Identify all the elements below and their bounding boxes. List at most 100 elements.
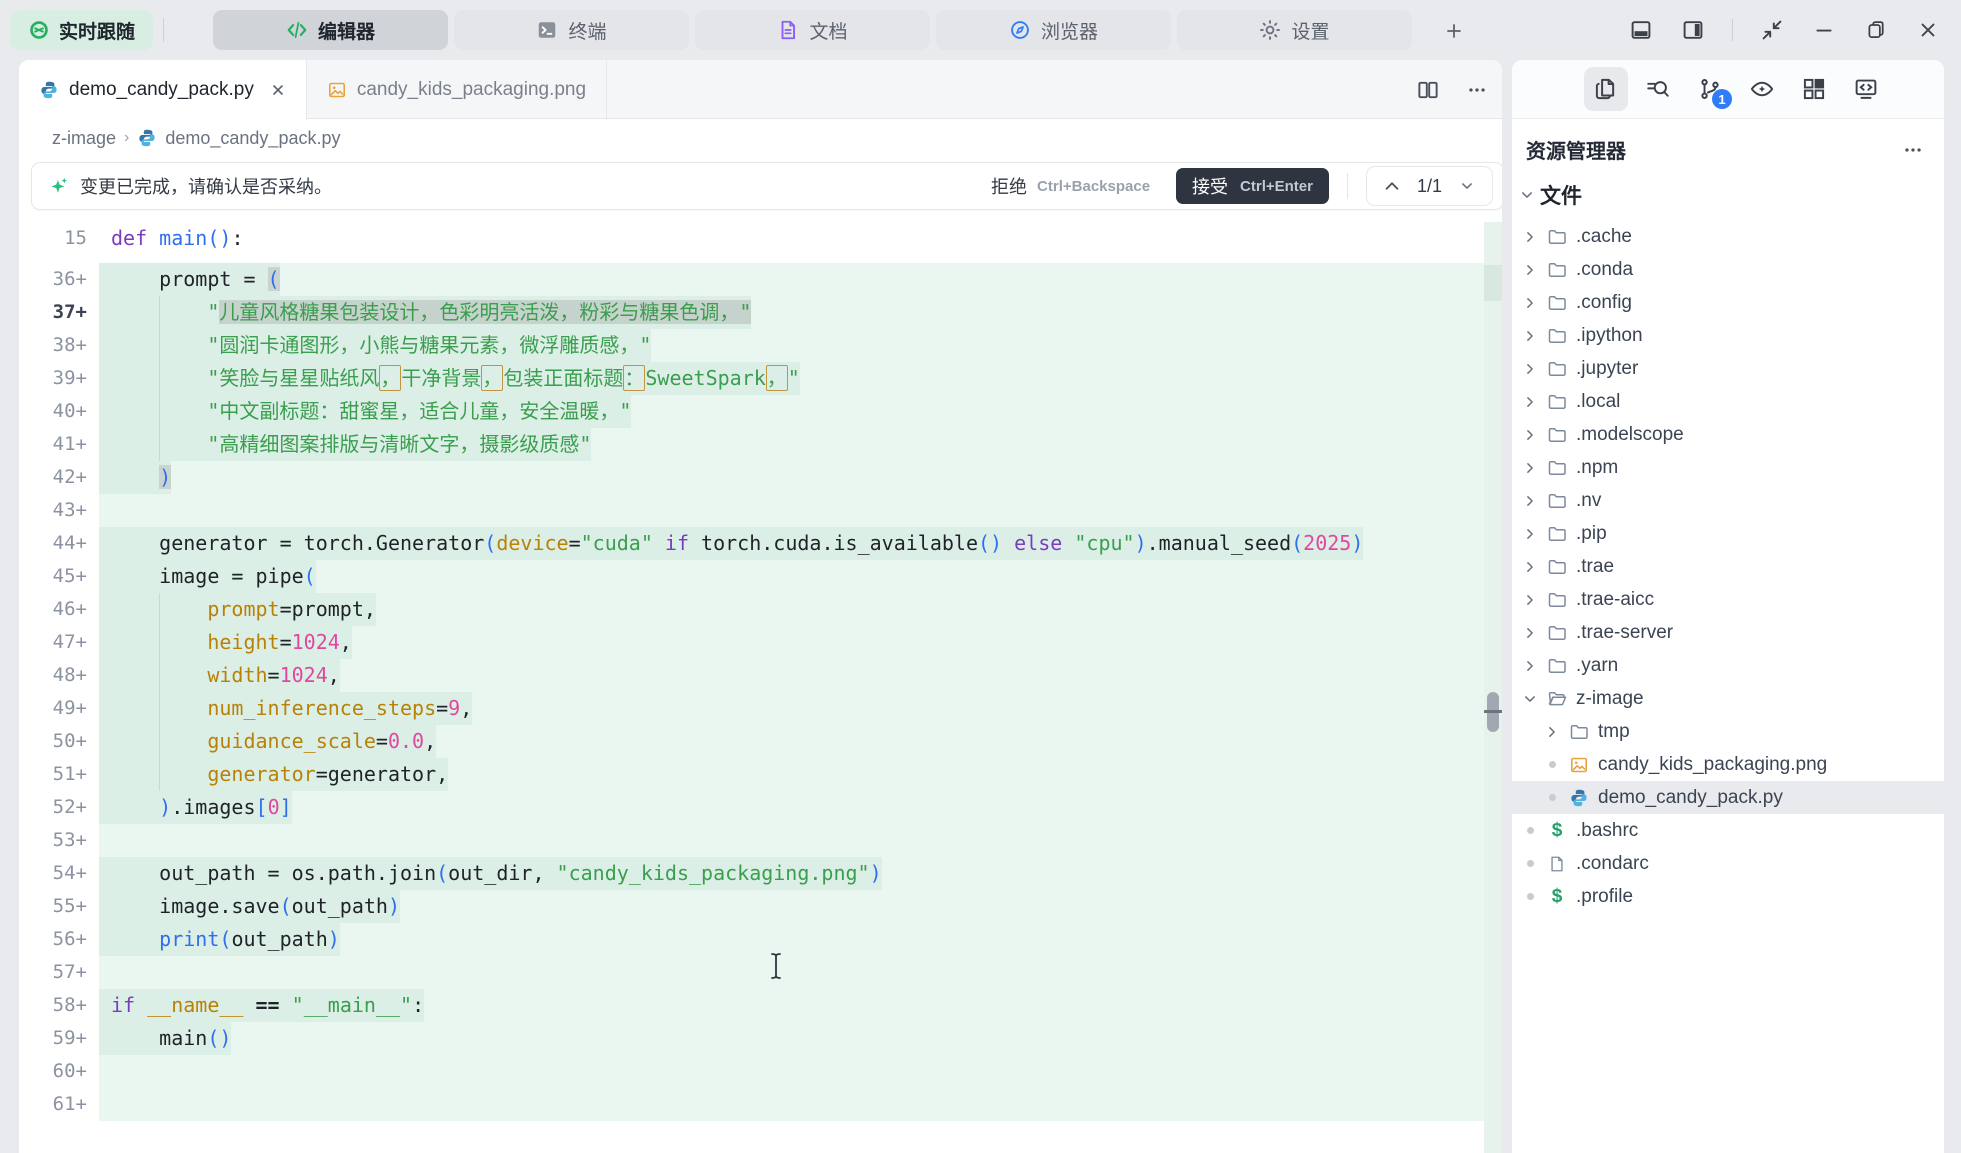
code-line: 39+ "笑脸与星星贴纸风，干净背景，包装正面标题：SweetSpark，" xyxy=(19,362,1484,395)
accept-button[interactable]: 接受 Ctrl+Enter xyxy=(1176,168,1329,204)
code-line-text[interactable]: num_inference_steps=9, xyxy=(99,692,1484,725)
files-view-button[interactable] xyxy=(1584,67,1628,111)
files-section-header[interactable]: 文件 xyxy=(1512,170,1944,218)
code-line-text[interactable] xyxy=(99,824,1484,857)
chevron-right-icon xyxy=(1522,626,1538,640)
tree-item-candy-kids-packaging-png[interactable]: candy_kids_packaging.png xyxy=(1512,748,1944,781)
diff-overview-ruler xyxy=(1484,222,1502,1153)
tree-item-z-image[interactable]: z-image xyxy=(1512,682,1944,715)
code-line-text[interactable]: main() xyxy=(99,1022,1484,1055)
tree-item-conda[interactable]: .conda xyxy=(1512,253,1944,286)
tree-item-label: .cache xyxy=(1576,226,1632,248)
close-button[interactable] xyxy=(1915,17,1941,43)
tree-item-pip[interactable]: .pip xyxy=(1512,517,1944,550)
code-line-text[interactable]: image = pipe( xyxy=(99,560,1484,593)
code-line-text[interactable]: generator = torch.Generator(device="cuda… xyxy=(99,527,1484,560)
tree-item-bashrc[interactable]: $.bashrc xyxy=(1512,814,1944,847)
line-number: 61+ xyxy=(19,1088,99,1121)
code-editor[interactable]: 15def main():36+ prompt = (37+ "儿童风格糖果包装… xyxy=(19,222,1484,1153)
breadcrumb-folder[interactable]: z-image xyxy=(52,128,116,149)
tree-item-local[interactable]: .local xyxy=(1512,385,1944,418)
code-line-text[interactable]: guidance_scale=0.0, xyxy=(99,725,1484,758)
minimize-icon xyxy=(1813,19,1835,41)
toggle-panel-button[interactable] xyxy=(1628,17,1654,43)
scrollbar-thumb[interactable] xyxy=(1487,692,1499,732)
tree-item-modelscope[interactable]: .modelscope xyxy=(1512,418,1944,451)
code-line: 42+ ) xyxy=(19,461,1484,494)
code-line-text[interactable]: "高精细图案排版与清晰文字，摄影级质感" xyxy=(99,428,1484,461)
top-tab-browser[interactable]: 浏览器 xyxy=(936,10,1171,50)
editor-tab-candy-kids-packaging-png[interactable]: candy_kids_packaging.png xyxy=(307,60,607,120)
code-line-text[interactable]: height=1024, xyxy=(99,626,1484,659)
files-icon xyxy=(1593,76,1619,102)
code-line-text[interactable] xyxy=(99,494,1484,527)
breadcrumb-file[interactable]: demo_candy_pack.py xyxy=(165,128,340,149)
search-icon xyxy=(1645,76,1671,102)
line-number: 40+ xyxy=(19,395,99,428)
more-actions-icon[interactable] xyxy=(1466,79,1488,101)
tree-item-label: demo_candy_pack.py xyxy=(1598,787,1783,809)
code-line-text[interactable]: "笑脸与星星贴纸风，干净背景，包装正面标题：SweetSpark，" xyxy=(99,362,1484,395)
tree-item-trae-aicc[interactable]: .trae-aicc xyxy=(1512,583,1944,616)
top-tab-code[interactable]: 编辑器 xyxy=(213,10,448,50)
code-line-text[interactable] xyxy=(99,1055,1484,1088)
new-tab-button[interactable] xyxy=(1432,14,1476,47)
tree-item-ipython[interactable]: .ipython xyxy=(1512,319,1944,352)
restore-button[interactable] xyxy=(1863,17,1889,43)
code-line-text[interactable]: width=1024, xyxy=(99,659,1484,692)
code-line-text[interactable]: "儿童风格糖果包装设计，色彩明亮活泼，粉彩与糖果色调，" xyxy=(99,296,1484,329)
tree-item-trae[interactable]: .trae xyxy=(1512,550,1944,583)
tree-item-condarc[interactable]: .condarc xyxy=(1512,847,1944,880)
remote-view-button[interactable] xyxy=(1844,67,1888,111)
git-view-button[interactable]: 1 xyxy=(1688,67,1732,111)
toggle-sidebar-button[interactable] xyxy=(1680,17,1706,43)
search-view-button[interactable] xyxy=(1636,67,1680,111)
minimize-button[interactable] xyxy=(1811,17,1837,43)
code-line-text[interactable]: prompt=prompt, xyxy=(99,593,1484,626)
code-line-text[interactable]: "中文副标题：甜蜜星，适合儿童，安全温暖，" xyxy=(99,395,1484,428)
code-line-text[interactable]: image.save(out_path) xyxy=(99,890,1484,923)
close-tab-icon[interactable] xyxy=(270,82,286,98)
eye-view-button[interactable] xyxy=(1740,67,1784,111)
remote-icon xyxy=(1853,76,1879,102)
sidebar-more-icon[interactable] xyxy=(1902,139,1924,161)
code-line-text[interactable]: out_path = os.path.join(out_dir, "candy_… xyxy=(99,857,1484,890)
reject-button[interactable]: 拒绝 Ctrl+Backspace xyxy=(983,167,1158,205)
code-line-text[interactable]: print(out_path) xyxy=(99,923,1484,956)
tree-item-trae-server[interactable]: .trae-server xyxy=(1512,616,1944,649)
tree-item-config[interactable]: .config xyxy=(1512,286,1944,319)
chevron-right-icon xyxy=(1522,296,1538,310)
tree-item-nv[interactable]: .nv xyxy=(1512,484,1944,517)
code-line-text[interactable] xyxy=(99,1088,1484,1121)
top-tab-document[interactable]: 文档 xyxy=(695,10,930,50)
follow-mode-button[interactable]: 实时跟随 xyxy=(10,10,153,50)
code-line-text[interactable]: "圆润卡通图形，小熊与糖果元素，微浮雕质感，" xyxy=(99,329,1484,362)
code-line: 49+ num_inference_steps=9, xyxy=(19,692,1484,725)
tree-item-jupyter[interactable]: .jupyter xyxy=(1512,352,1944,385)
editor-tab-demo-candy-pack-py[interactable]: demo_candy_pack.py xyxy=(19,60,307,120)
tree-item-cache[interactable]: .cache xyxy=(1512,220,1944,253)
split-editor-icon[interactable] xyxy=(1416,78,1440,102)
tree-item-demo-candy-pack-py[interactable]: demo_candy_pack.py xyxy=(1512,781,1944,814)
top-tab-terminal[interactable]: 终端 xyxy=(454,10,689,50)
code-line-text[interactable]: generator=generator, xyxy=(99,758,1484,791)
sidebar-header: 资源管理器 xyxy=(1512,119,1944,170)
prev-change-button[interactable] xyxy=(1381,175,1403,197)
code-line-text[interactable]: def main(): xyxy=(99,222,1484,255)
next-change-button[interactable] xyxy=(1456,175,1478,197)
tree-item-npm[interactable]: .npm xyxy=(1512,451,1944,484)
follow-logo-icon xyxy=(28,19,50,41)
code-line-text[interactable]: prompt = ( xyxy=(99,263,1484,296)
top-tab-label: 文档 xyxy=(809,17,847,44)
code-line-text[interactable]: if __name__ == "__main__": xyxy=(99,989,1484,1022)
top-tab-gear[interactable]: 设置 xyxy=(1177,10,1412,50)
collapse-window-button[interactable] xyxy=(1759,17,1785,43)
code-line-text[interactable]: ).images[0] xyxy=(99,791,1484,824)
tree-item-yarn[interactable]: .yarn xyxy=(1512,649,1944,682)
tree-item-profile[interactable]: $.profile xyxy=(1512,880,1944,913)
code-line-text[interactable] xyxy=(99,956,1484,989)
tree-item-tmp[interactable]: tmp xyxy=(1512,715,1944,748)
file-icon xyxy=(1546,855,1568,873)
grid-view-button[interactable] xyxy=(1792,67,1836,111)
code-line-text[interactable]: ) xyxy=(99,461,1484,494)
